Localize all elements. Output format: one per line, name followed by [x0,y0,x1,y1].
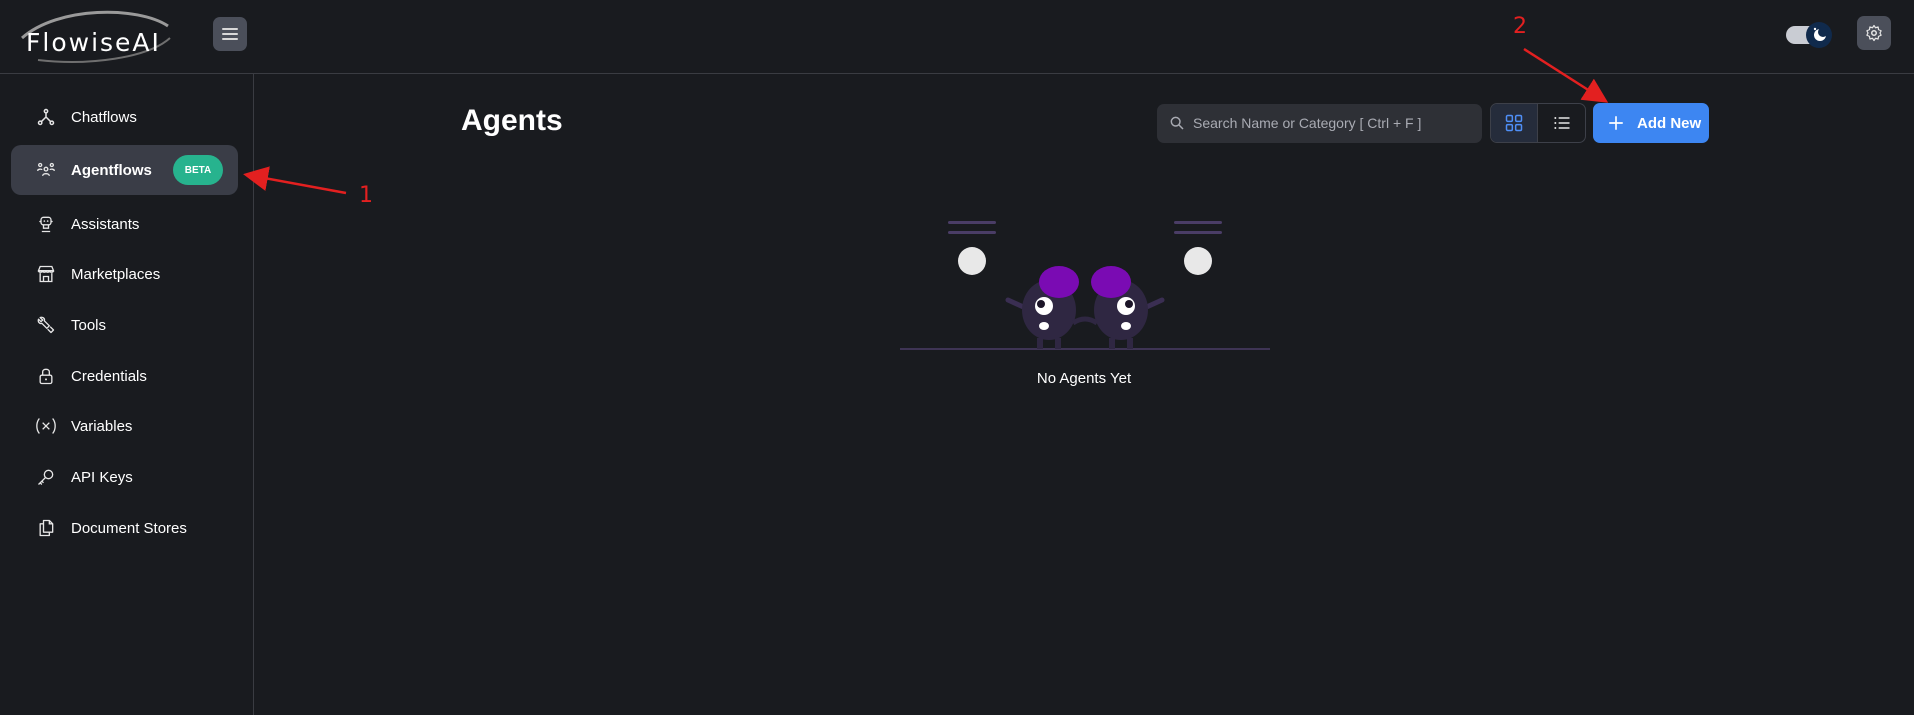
layout-grid-icon [1505,114,1523,132]
sidebar-item-credentials[interactable]: Credentials [11,351,238,401]
dark-mode-toggle[interactable] [1784,21,1836,49]
sidebar-item-chatflows[interactable]: Chatflows [11,92,238,142]
card-view-button[interactable] [1491,104,1539,142]
search-input[interactable] [1193,110,1473,136]
settings-button[interactable] [1857,16,1891,50]
sidebar-item-label: Assistants [71,215,140,233]
sidebar-item-label: Tools [71,316,107,334]
add-new-label: Add New [1637,115,1702,132]
sidebar-item-variables[interactable]: Variables [11,401,238,451]
sidebar-item-document-stores[interactable]: Document Stores [11,503,238,553]
sidebar-item-api-keys[interactable]: API Keys [11,452,238,502]
sidebar-item-label: Agentflows [71,161,152,179]
sidebar-item-label: API Keys [71,468,133,486]
empty-state-illustration [900,221,1270,350]
gear-icon [1866,24,1882,42]
search-box[interactable] [1157,104,1482,143]
lock-icon [35,365,57,387]
add-new-button[interactable]: Add New [1593,103,1709,143]
users-group-icon [35,159,57,181]
view-toggle-group [1490,103,1586,143]
page-title: Agents [461,104,563,137]
search-icon [1170,116,1184,130]
variable-icon [35,415,57,437]
files-icon [35,517,57,539]
flowise-logo[interactable]: FlowiseAI [18,8,178,64]
sidebar-item-marketplaces[interactable]: Marketplaces [11,249,238,299]
sidebar-item-label: Document Stores [71,519,187,537]
plus-icon [1609,116,1623,130]
beta-badge: BETA [173,155,223,185]
sidebar-item-label: Marketplaces [71,265,161,283]
robot-icon [35,213,57,235]
hamburger-icon [222,28,238,40]
tool-icon [35,314,57,336]
sidebar-item-assistants[interactable]: Assistants [11,199,238,249]
empty-state-text: No Agents Yet [1036,370,1132,387]
key-icon [35,466,57,488]
list-icon [1553,117,1569,129]
logo-text: FlowiseAI [26,28,161,57]
sidebar-item-tools[interactable]: Tools [11,300,238,350]
hierarchy-icon [35,106,57,128]
sidebar-item-label: Variables [71,417,133,435]
sidebar-item-label: Chatflows [71,108,137,126]
sidebar-item-label: Credentials [71,367,147,385]
building-store-icon [35,263,57,285]
annotation-marker-1: 1 [359,183,373,208]
list-view-button[interactable] [1538,104,1585,142]
annotation-marker-2: 2 [1513,14,1527,39]
sidebar: Chatflows Agentflows BETA Assistants Mar… [0,74,254,715]
top-bar: FlowiseAI [0,0,1914,74]
menu-toggle-button[interactable] [213,17,247,51]
moon-icon [1786,22,1832,48]
sidebar-item-agentflows[interactable]: Agentflows BETA [11,145,238,195]
